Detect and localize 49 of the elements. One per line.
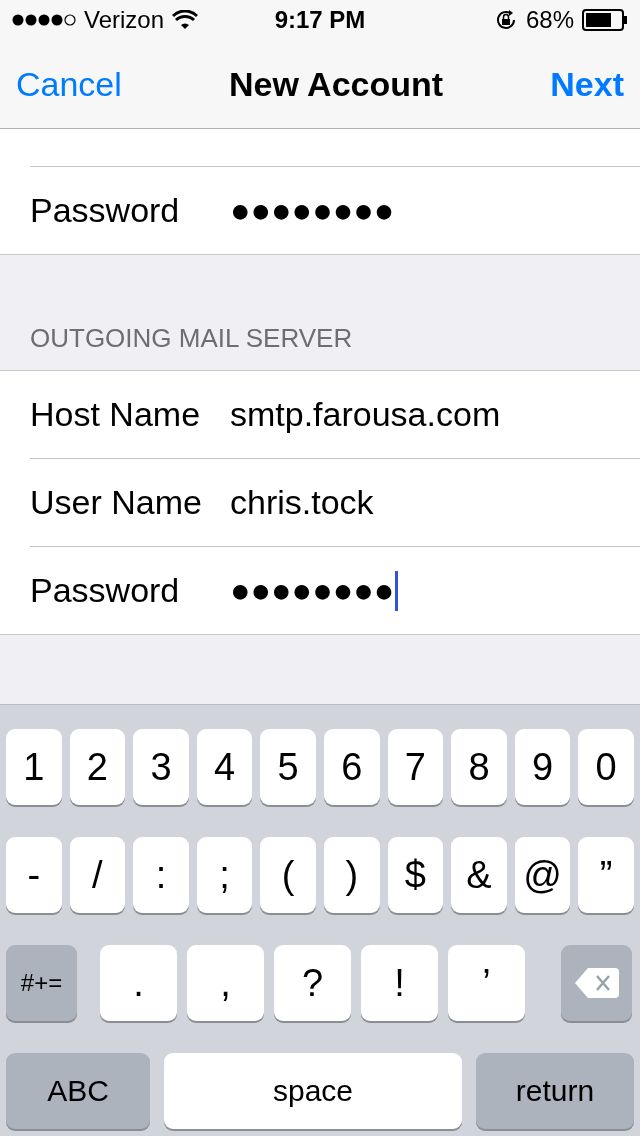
input-field[interactable]: smtp.farousa.com bbox=[230, 395, 501, 434]
keyboard-key[interactable]: , bbox=[187, 945, 264, 1021]
input-field[interactable]: chris.tock bbox=[230, 483, 374, 522]
signal-strength-icon bbox=[12, 13, 76, 27]
space-key[interactable]: space bbox=[164, 1053, 462, 1129]
keyboard-key[interactable]: 7 bbox=[387, 729, 444, 805]
keyboard-key[interactable]: 4 bbox=[196, 729, 253, 805]
keyboard-key[interactable]: - bbox=[6, 837, 62, 913]
cancel-button[interactable]: Cancel bbox=[16, 64, 122, 104]
keyboard-key[interactable]: ! bbox=[361, 945, 438, 1021]
keyboard-key[interactable]: ) bbox=[323, 837, 380, 913]
keyboard-key[interactable]: @ bbox=[514, 837, 571, 913]
keyboard-key[interactable]: return bbox=[476, 1053, 634, 1129]
carrier-name: Verizon bbox=[84, 6, 165, 34]
input-field[interactable]: ●●●●●●●● bbox=[230, 191, 395, 230]
keyboard-key[interactable]: ; bbox=[196, 837, 253, 913]
next-button[interactable]: Next bbox=[550, 64, 624, 104]
keyboard-key[interactable]: ’ bbox=[448, 945, 525, 1021]
wifi-icon bbox=[172, 10, 199, 30]
field-label: Password bbox=[30, 191, 181, 230]
battery-icon bbox=[582, 9, 628, 31]
keyboard-key[interactable]: . bbox=[100, 945, 177, 1021]
keyboard-key[interactable]: ( bbox=[260, 837, 316, 913]
delete-key[interactable] bbox=[561, 945, 632, 1021]
field-label: Host Name bbox=[30, 395, 202, 434]
keyboard-key[interactable]: 6 bbox=[323, 729, 380, 805]
field-label: Password bbox=[30, 571, 181, 610]
keyboard-key[interactable]: / bbox=[69, 837, 126, 913]
keyboard-key[interactable]: $ bbox=[387, 837, 444, 913]
keyboard-key[interactable]: ” bbox=[578, 837, 634, 913]
keyboard-key[interactable]: & bbox=[451, 837, 507, 913]
keyboard-key[interactable]: 8 bbox=[451, 729, 507, 805]
keyboard-key[interactable]: 0 bbox=[578, 729, 634, 805]
section-header: OUTGOING MAIL SERVER bbox=[29, 322, 354, 355]
keyboard-key[interactable]: 5 bbox=[260, 729, 316, 805]
keyboard-key[interactable]: ? bbox=[274, 945, 351, 1021]
keyboard-key[interactable]: 3 bbox=[133, 729, 189, 805]
clock-time: 9:17 PM bbox=[274, 6, 366, 34]
keyboard-key[interactable]: : bbox=[133, 837, 189, 913]
keyboard-key[interactable]: #+= bbox=[6, 945, 77, 1021]
battery-percentage: 68% bbox=[525, 6, 574, 34]
keyboard-key[interactable]: 2 bbox=[69, 729, 126, 805]
keyboard-key[interactable]: 9 bbox=[514, 729, 571, 805]
keyboard-key[interactable]: 1 bbox=[6, 729, 62, 805]
input-field[interactable]: ●●●●●●●● bbox=[230, 570, 399, 611]
screen-title: New Account bbox=[229, 64, 444, 104]
backspace-icon bbox=[573, 967, 620, 999]
field-label: User Name bbox=[30, 483, 203, 522]
keyboard-key[interactable]: ABC bbox=[6, 1053, 150, 1129]
